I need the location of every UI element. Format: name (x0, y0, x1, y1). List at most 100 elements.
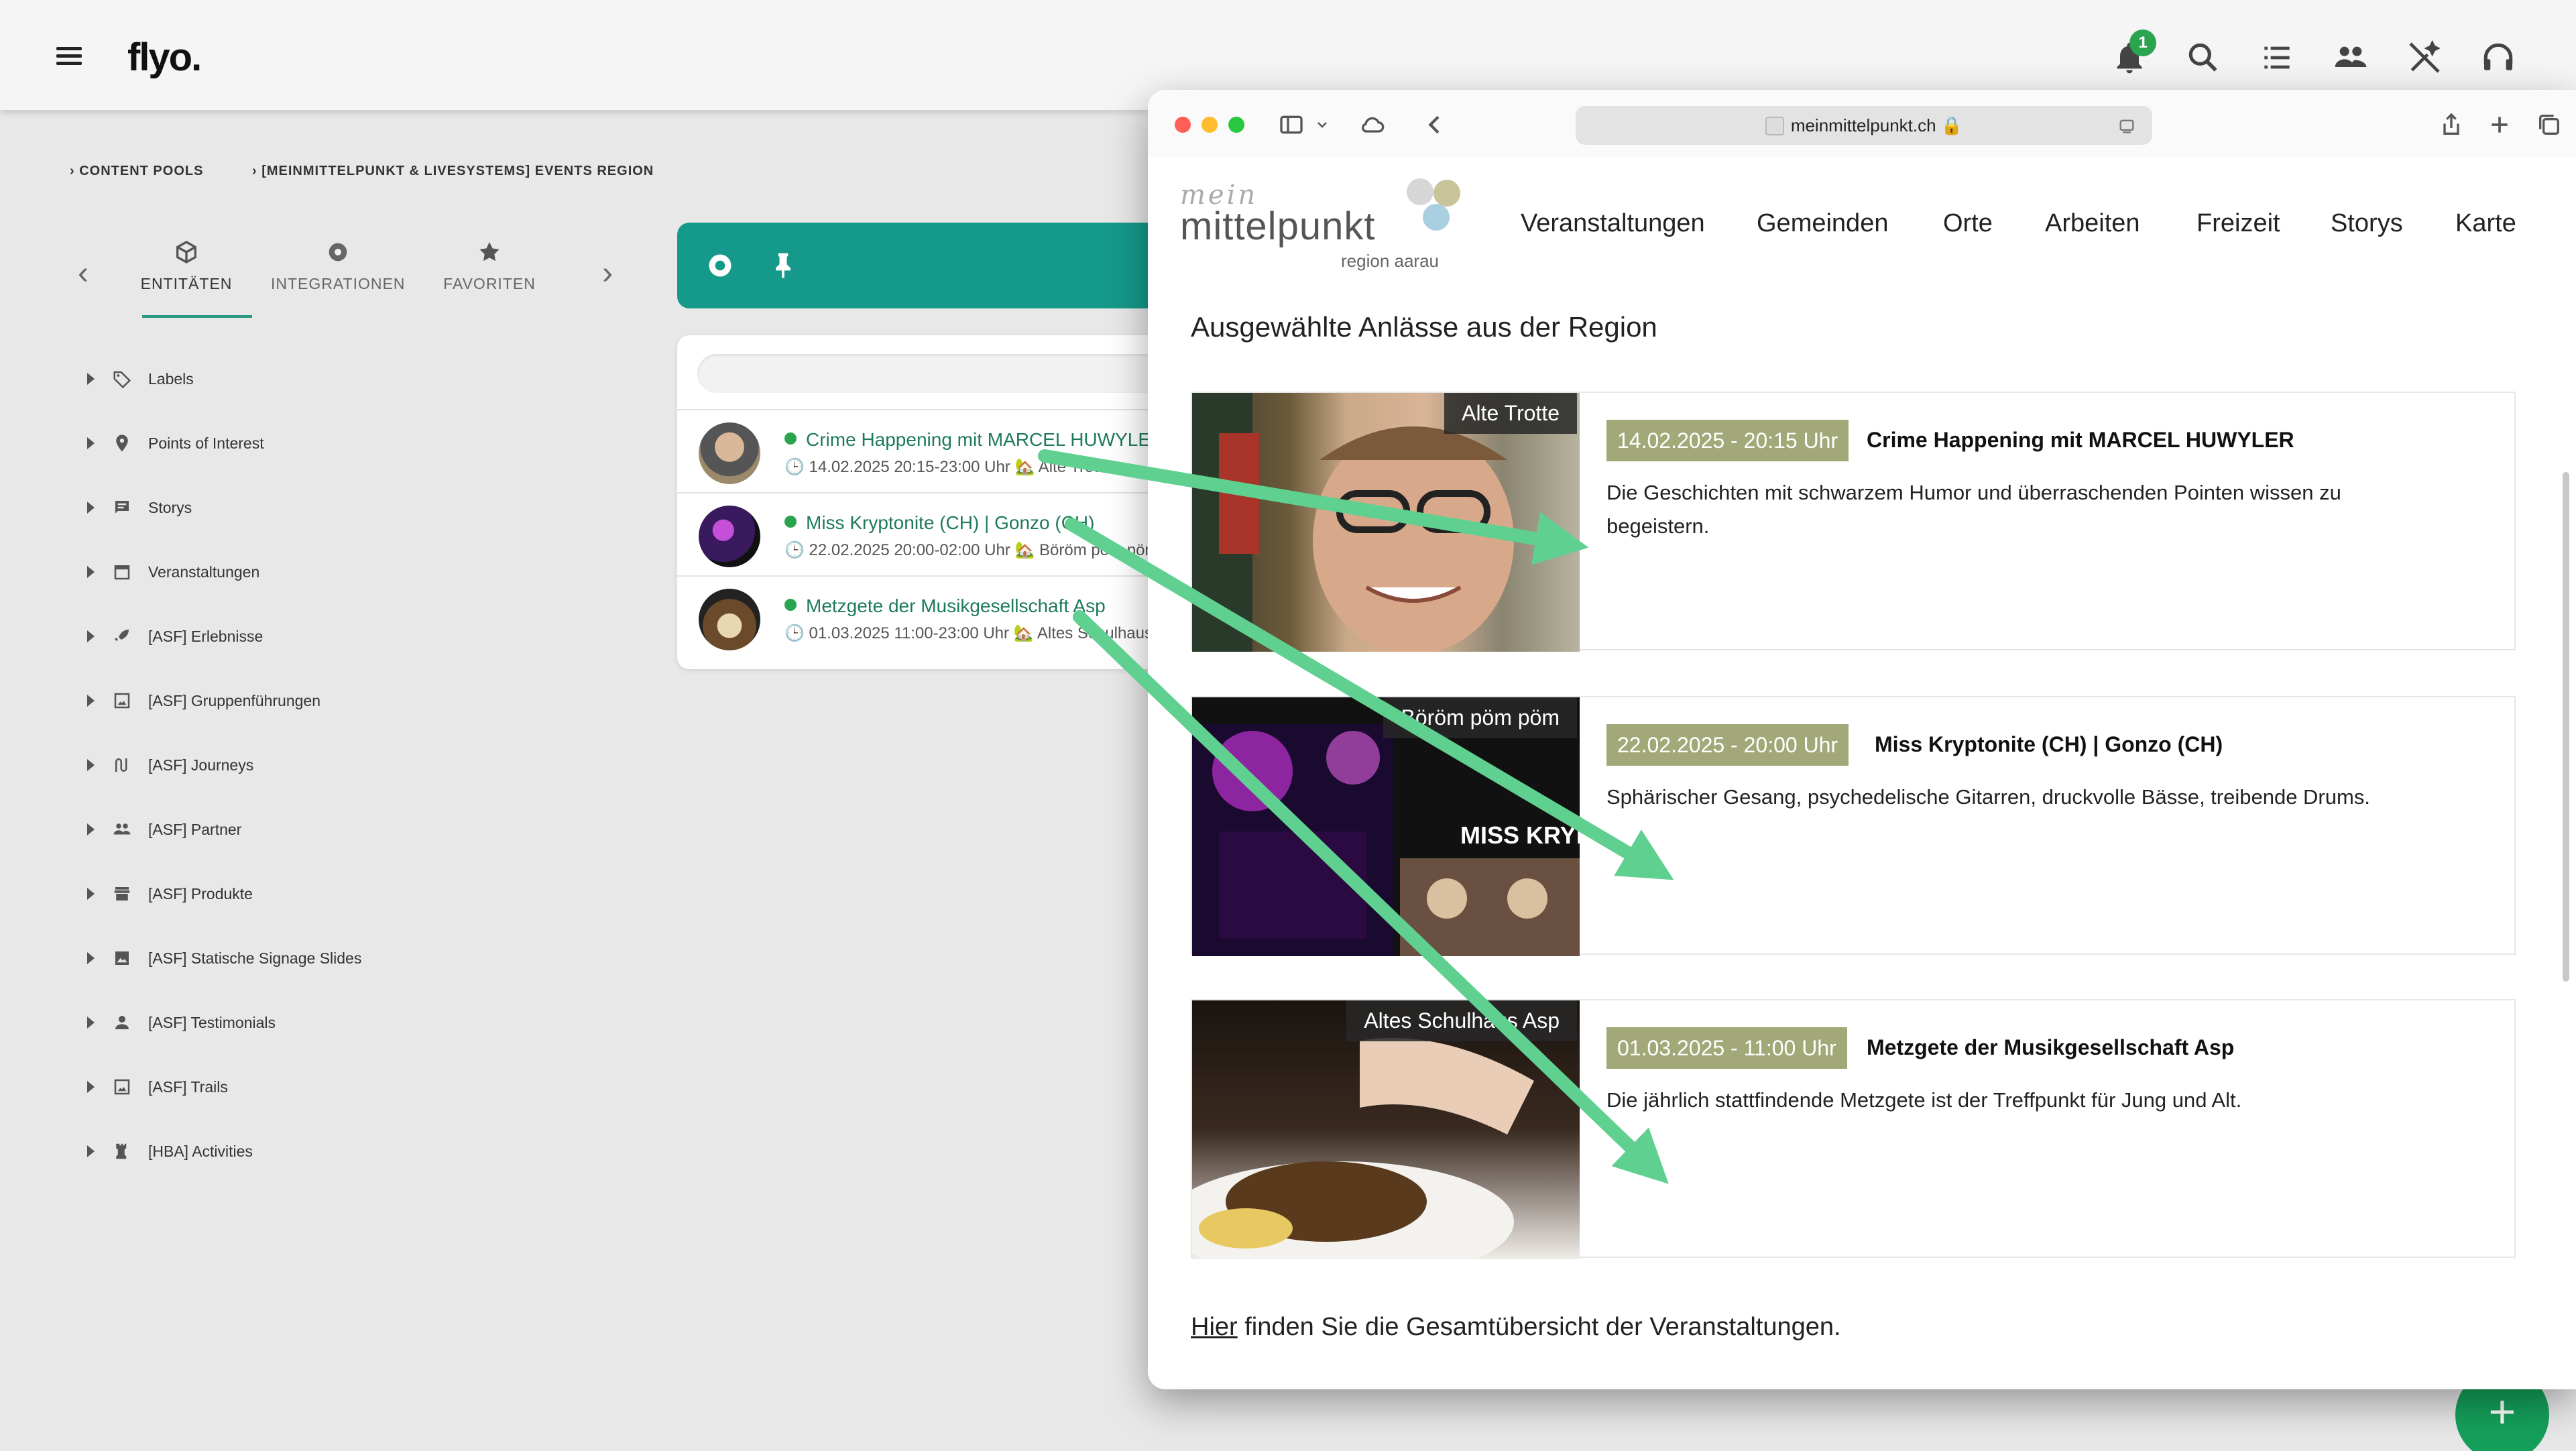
flyo-logo: flyo. (127, 36, 202, 79)
tabs-next-icon[interactable]: › (602, 255, 613, 292)
list-icon[interactable] (2258, 39, 2296, 76)
venue-label: Böröm pöm pöm (1383, 697, 1577, 738)
events-search-input[interactable] (697, 354, 1160, 393)
status-dot (784, 516, 797, 528)
event-description: Die Geschichten mit schwarzem Humor und … (1606, 481, 2341, 538)
event-description: Sphärischer Gesang, psychedelische Gitar… (1606, 785, 2370, 809)
tree-item-testimonials[interactable]: [ASF] Testimonials (87, 1006, 276, 1039)
site-nav-arbeiten[interactable]: Arbeiten (2045, 209, 2140, 238)
breadcrumb-content-pools[interactable]: › CONTENT POOLS (70, 164, 203, 179)
back-icon[interactable] (1421, 111, 1448, 138)
tab-active-indicator (142, 315, 252, 318)
person-icon (115, 1016, 129, 1029)
action-bar (677, 223, 1160, 308)
trail-icon (114, 1079, 130, 1095)
date-badge: 01.03.2025 - 11:00 Uhr (1606, 1027, 1847, 1069)
chess-icon (116, 1143, 127, 1159)
lock-icon: 🔒 (1940, 115, 1963, 135)
venue-label: Altes Schulhaus Asp (1346, 1000, 1577, 1041)
event-avatar (699, 506, 760, 567)
tabs-prev-icon[interactable]: ‹ (78, 255, 89, 292)
magic-wand-off-icon[interactable] (2406, 39, 2443, 76)
date-badge: 22.02.2025 - 20:00 Uhr (1606, 724, 1849, 766)
tree-item-storys[interactable]: Storys (87, 491, 192, 524)
menu-icon[interactable] (56, 47, 82, 65)
list-item[interactable]: Miss Kryptonite (CH) | Gonzo (CH) 🕒 22.0… (677, 492, 1160, 575)
reader-icon[interactable] (2117, 117, 2136, 143)
site-nav-gemeinden[interactable]: Gemeinden (1757, 209, 1888, 238)
event-description: Die jährlich stattfindende Metzgete ist … (1606, 1088, 2242, 1112)
site-nav-karte[interactable]: Karte (2455, 209, 2516, 238)
event-card[interactable]: MISS KRYP Böröm pöm pöm 22.02.2025 - 20:… (1191, 696, 2516, 956)
cube-icon (176, 241, 196, 264)
events-list-card: Crime Happening mit MARCEL HUWYLER 🕒 14.… (677, 335, 1160, 669)
integration-icon (329, 243, 347, 262)
users-icon[interactable] (2332, 39, 2369, 76)
breadcrumb-pool[interactable]: › [MEINMITTELPUNKT & LIVESYSTEMS] EVENTS… (252, 164, 654, 179)
date-badge: 14.02.2025 - 20:15 Uhr (1606, 420, 1849, 461)
overview-text: Hier finden Sie die Gesamtübersicht der … (1191, 1313, 1841, 1341)
calendar-icon (114, 565, 130, 580)
tree-item-produkte[interactable]: [ASF] Produkte (87, 877, 253, 911)
people-icon (113, 823, 131, 835)
route-icon (115, 758, 127, 772)
event-avatar (699, 589, 760, 650)
tree-item-signage-slides[interactable]: [ASF] Statische Signage Slides (87, 941, 361, 975)
notification-badge: 1 (2129, 30, 2156, 56)
tree-item-erlebnisse[interactable]: [ASF] Erlebnisse (87, 620, 263, 653)
event-card[interactable]: Altes Schulhaus Asp 01.03.2025 - 11:00 U… (1191, 999, 2516, 1259)
browser-toolbar: meinmittelpunkt.ch 🔒 (1148, 90, 2576, 157)
page-scrollbar[interactable] (2563, 472, 2569, 982)
tree-item-trails[interactable]: [ASF] Trails (87, 1070, 228, 1104)
search-icon[interactable] (2184, 39, 2222, 76)
sidebar-icon[interactable] (1278, 111, 1305, 138)
site-favicon-icon (1765, 117, 1784, 135)
tab-favoriten[interactable]: FAVORITEN (422, 239, 557, 293)
list-item[interactable]: Metzgete der Musikgesellschaft Asp 🕒 01.… (677, 575, 1160, 658)
tree-item-poi[interactable]: Points of Interest (87, 426, 264, 460)
rocket-icon (114, 630, 129, 643)
logo-circles-icon (1407, 178, 1460, 231)
share-icon[interactable] (2438, 111, 2465, 138)
chevron-down-icon[interactable] (1314, 111, 1330, 138)
tree-item-partner[interactable]: [ASF] Partner (87, 813, 241, 846)
site-logo[interactable]: mein mittelpunkt region aarau (1180, 177, 1462, 271)
browser-window: meinmittelpunkt.ch 🔒 mein mittelpunkt re… (1148, 90, 2576, 1389)
headset-icon[interactable] (2479, 39, 2517, 76)
event-card[interactable]: Alte Trotte 14.02.2025 - 20:15 Uhr Crime… (1191, 392, 2516, 652)
event-title[interactable]: Miss Kryptonite (CH) | Gonzo (CH) (1875, 732, 2223, 757)
status-dot (784, 599, 797, 611)
site-nav-freizeit[interactable]: Freizeit (2197, 209, 2280, 238)
close-window-button[interactable] (1175, 117, 1191, 133)
event-title[interactable]: Crime Happening mit MARCEL HUWYLER (1867, 428, 2294, 453)
minimize-window-button[interactable] (1202, 117, 1218, 133)
site-nav-storys[interactable]: Storys (2331, 209, 2403, 238)
star-icon (479, 242, 500, 262)
site-nav-orte[interactable]: Orte (1943, 209, 1993, 238)
story-icon (115, 501, 129, 514)
overview-link[interactable]: Hier (1191, 1313, 1238, 1341)
tab-integrationen[interactable]: INTEGRATIONEN (271, 239, 405, 293)
status-dot (784, 432, 797, 445)
store-icon (114, 887, 130, 901)
tree-item-journeys[interactable]: [ASF] Journeys (87, 748, 253, 782)
new-tab-icon[interactable] (2486, 111, 2513, 138)
tab-entitaeten[interactable]: ENTITÄTEN (119, 239, 253, 293)
tree-item-labels[interactable]: Labels (87, 362, 194, 396)
tab-overview-icon[interactable] (2536, 111, 2563, 138)
event-avatar (699, 422, 760, 484)
tree-item-activities[interactable]: [HBA] Activities (87, 1135, 253, 1168)
site-nav-veranstaltungen[interactable]: Veranstaltungen (1521, 209, 1705, 238)
event-title[interactable]: Metzgete der Musikgesellschaft Asp (1867, 1035, 2234, 1060)
zoom-window-button[interactable] (1228, 117, 1244, 133)
tree-item-gruppenfuehrungen[interactable]: [ASF] Gruppenführungen (87, 684, 320, 717)
section-title: Ausgewählte Anlässe aus der Region (1191, 311, 1657, 343)
list-item[interactable]: Crime Happening mit MARCEL HUWYLER 🕒 14.… (677, 409, 1160, 492)
address-bar[interactable]: meinmittelpunkt.ch 🔒 (1576, 106, 2152, 145)
cloud-icon[interactable] (1358, 111, 1385, 138)
group-tour-icon (114, 693, 130, 709)
integration-icon[interactable] (705, 251, 735, 280)
pin-push-icon[interactable] (768, 249, 798, 282)
pin-icon (116, 434, 128, 452)
tree-item-veranstaltungen[interactable]: Veranstaltungen (87, 555, 259, 589)
